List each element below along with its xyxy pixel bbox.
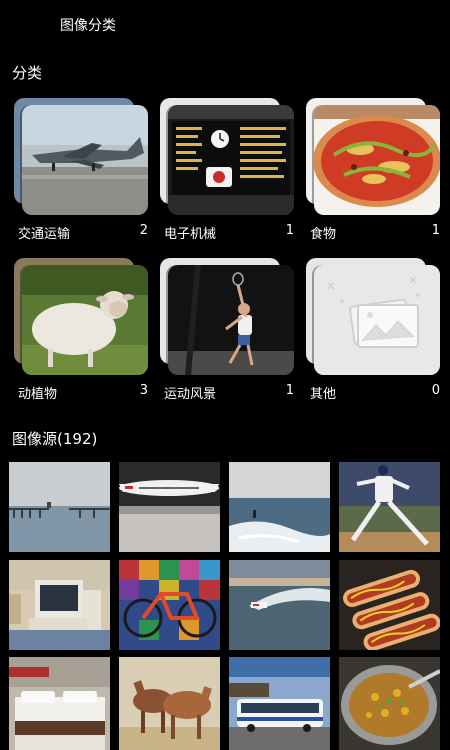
page-title: 图像分类 — [60, 18, 116, 34]
category-cover-sheep — [22, 265, 148, 375]
thumbnail-pitcher[interactable] — [339, 462, 440, 552]
thumbnail-bicycle[interactable] — [119, 560, 220, 650]
thumbnail-airplane[interactable] — [119, 462, 220, 552]
thumbnail-hotdogs[interactable] — [339, 560, 440, 650]
thumbnail-pier[interactable] — [9, 462, 110, 552]
category-cover-jet — [22, 105, 148, 215]
thumbnail-bus[interactable] — [229, 657, 330, 750]
category-count: 1 — [285, 223, 294, 238]
category-card-other[interactable]: 其他 0 — [306, 258, 440, 408]
category-name: 交通运输 — [18, 227, 71, 242]
category-count: 1 — [285, 383, 294, 398]
category-count: 2 — [139, 223, 148, 238]
category-cover-pizza — [314, 105, 440, 215]
top-bar: 图像分类 — [0, 0, 450, 50]
categories-heading: 分类 — [12, 64, 43, 82]
thumbnail-soup-pot[interactable] — [339, 657, 440, 750]
thumbnail-speedboat[interactable] — [229, 560, 330, 650]
image-sources-heading: 图像源(192) — [12, 430, 98, 448]
category-cover-tennis — [168, 265, 294, 375]
category-name: 动植物 — [18, 387, 58, 402]
category-name: 其他 — [310, 387, 337, 402]
category-card-transport[interactable]: 交通运输 2 — [14, 98, 148, 248]
category-name: 运动风景 — [164, 387, 217, 402]
category-count: 1 — [431, 223, 440, 238]
category-card-electronics[interactable]: 电子机械 1 — [160, 98, 294, 248]
category-card-food[interactable]: 食物 1 — [306, 98, 440, 248]
thumbnail-computer[interactable] — [9, 560, 110, 650]
category-card-plants-animals[interactable]: 动植物 3 — [14, 258, 148, 408]
category-name: 食物 — [310, 227, 337, 242]
category-name: 电子机械 — [164, 227, 217, 242]
category-count: 3 — [139, 383, 148, 398]
category-count: 0 — [431, 383, 440, 398]
thumbnail-horses[interactable] — [119, 657, 220, 750]
thumbnail-bedroom[interactable] — [9, 657, 110, 750]
thumbnail-surfer[interactable] — [229, 462, 330, 552]
category-card-sports-scenery[interactable]: 运动风景 1 — [160, 258, 294, 408]
placeholder-image-icon — [314, 265, 440, 375]
category-cover-departure-board — [168, 105, 294, 215]
